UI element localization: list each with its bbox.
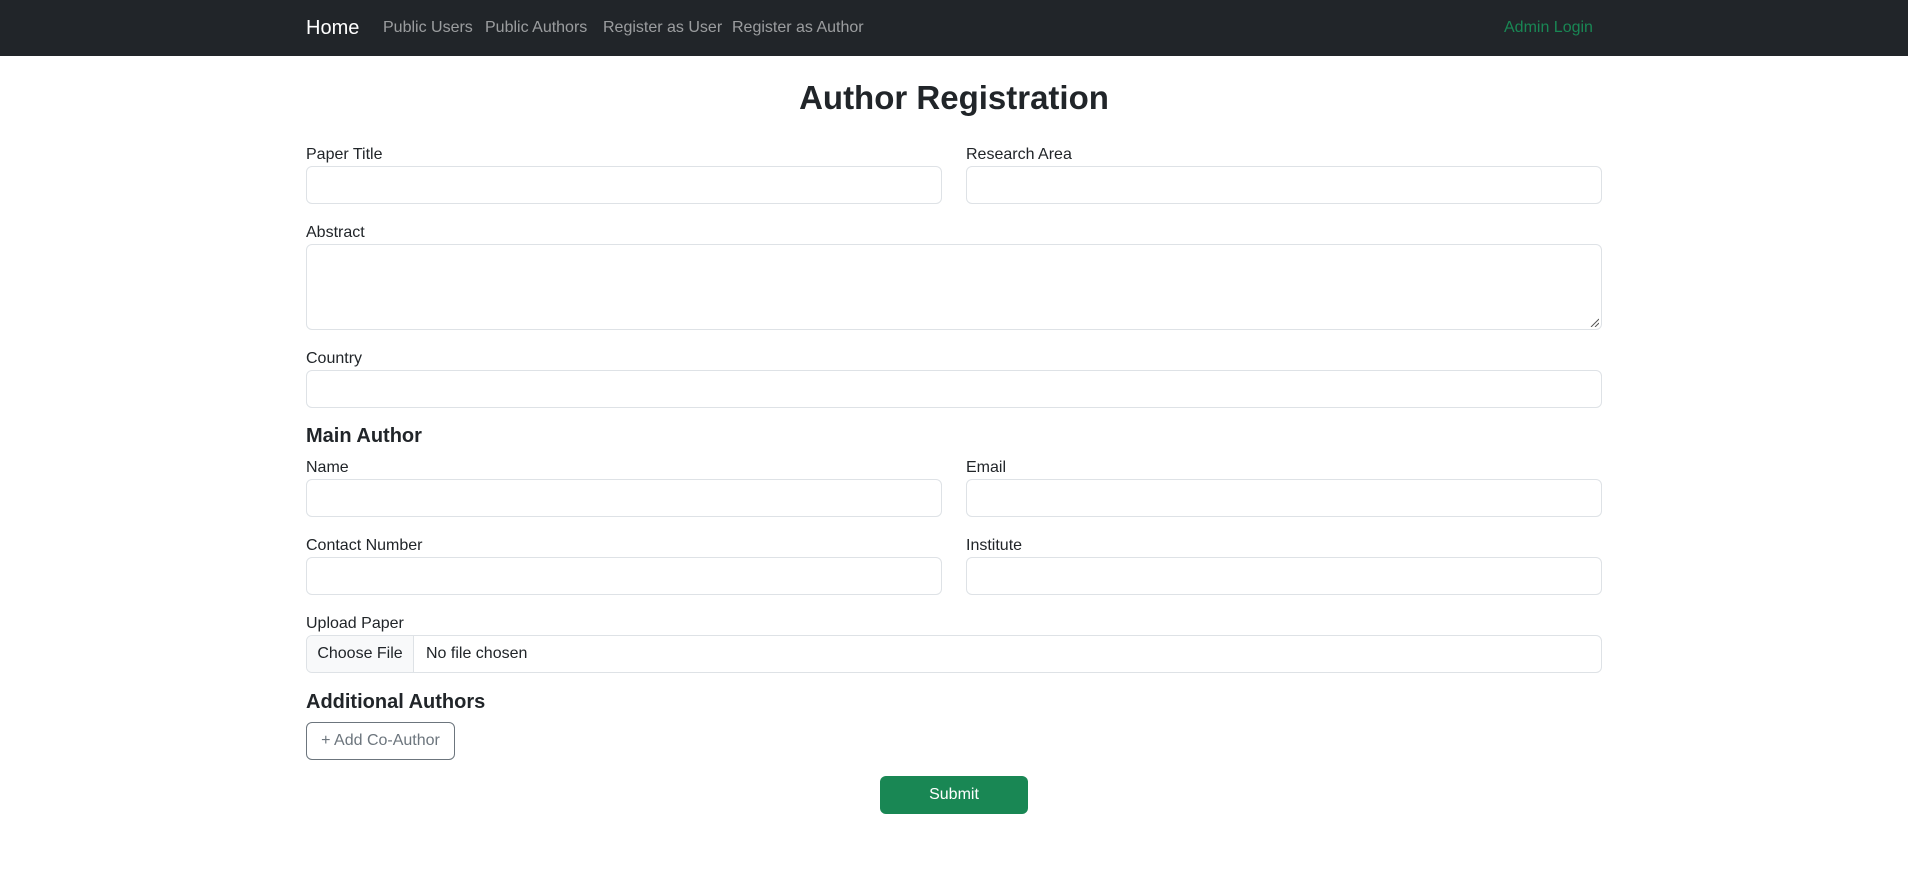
paper-title-label: Paper Title: [306, 146, 383, 163]
main-author-heading: Main Author: [306, 425, 422, 447]
name-label: Name: [306, 459, 349, 476]
nav-link-register-author[interactable]: Register as Author: [732, 18, 864, 38]
email-input[interactable]: [966, 479, 1602, 517]
navbar-inner: Home Public Users Public Authors Registe…: [306, 0, 1602, 56]
research-area-input[interactable]: [966, 166, 1602, 204]
nav-link-public-users[interactable]: Public Users: [383, 18, 473, 38]
nav-link-public-authors[interactable]: Public Authors: [485, 18, 587, 38]
navbar: Home Public Users Public Authors Registe…: [0, 0, 1908, 56]
institute-input[interactable]: [966, 557, 1602, 595]
contact-number-label: Contact Number: [306, 537, 423, 554]
file-status-text: No file chosen: [426, 645, 528, 662]
country-input[interactable]: [306, 370, 1602, 408]
abstract-textarea[interactable]: [306, 244, 1602, 330]
nav-link-register-user[interactable]: Register as User: [603, 18, 722, 38]
upload-paper-label: Upload Paper: [306, 615, 404, 632]
resize-grip-icon[interactable]: [1589, 317, 1599, 327]
additional-authors-heading: Additional Authors: [306, 691, 486, 713]
research-area-label: Research Area: [966, 146, 1072, 163]
nav-link-admin-login[interactable]: Admin Login: [1504, 18, 1593, 38]
name-input[interactable]: [306, 479, 942, 517]
country-label: Country: [306, 350, 363, 367]
home-brand-link[interactable]: Home: [306, 16, 359, 40]
add-coauthor-button[interactable]: + Add Co-Author: [306, 722, 455, 760]
email-label: Email: [966, 459, 1007, 476]
abstract-label: Abstract: [306, 224, 365, 241]
upload-paper-field[interactable]: Choose File No file chosen: [306, 635, 1602, 673]
submit-button[interactable]: Submit: [880, 776, 1028, 814]
institute-label: Institute: [966, 537, 1023, 554]
paper-title-input[interactable]: [306, 166, 942, 204]
contact-number-input[interactable]: [306, 557, 942, 595]
page-title: Author Registration: [799, 79, 1109, 116]
choose-file-button[interactable]: Choose File: [307, 636, 414, 672]
